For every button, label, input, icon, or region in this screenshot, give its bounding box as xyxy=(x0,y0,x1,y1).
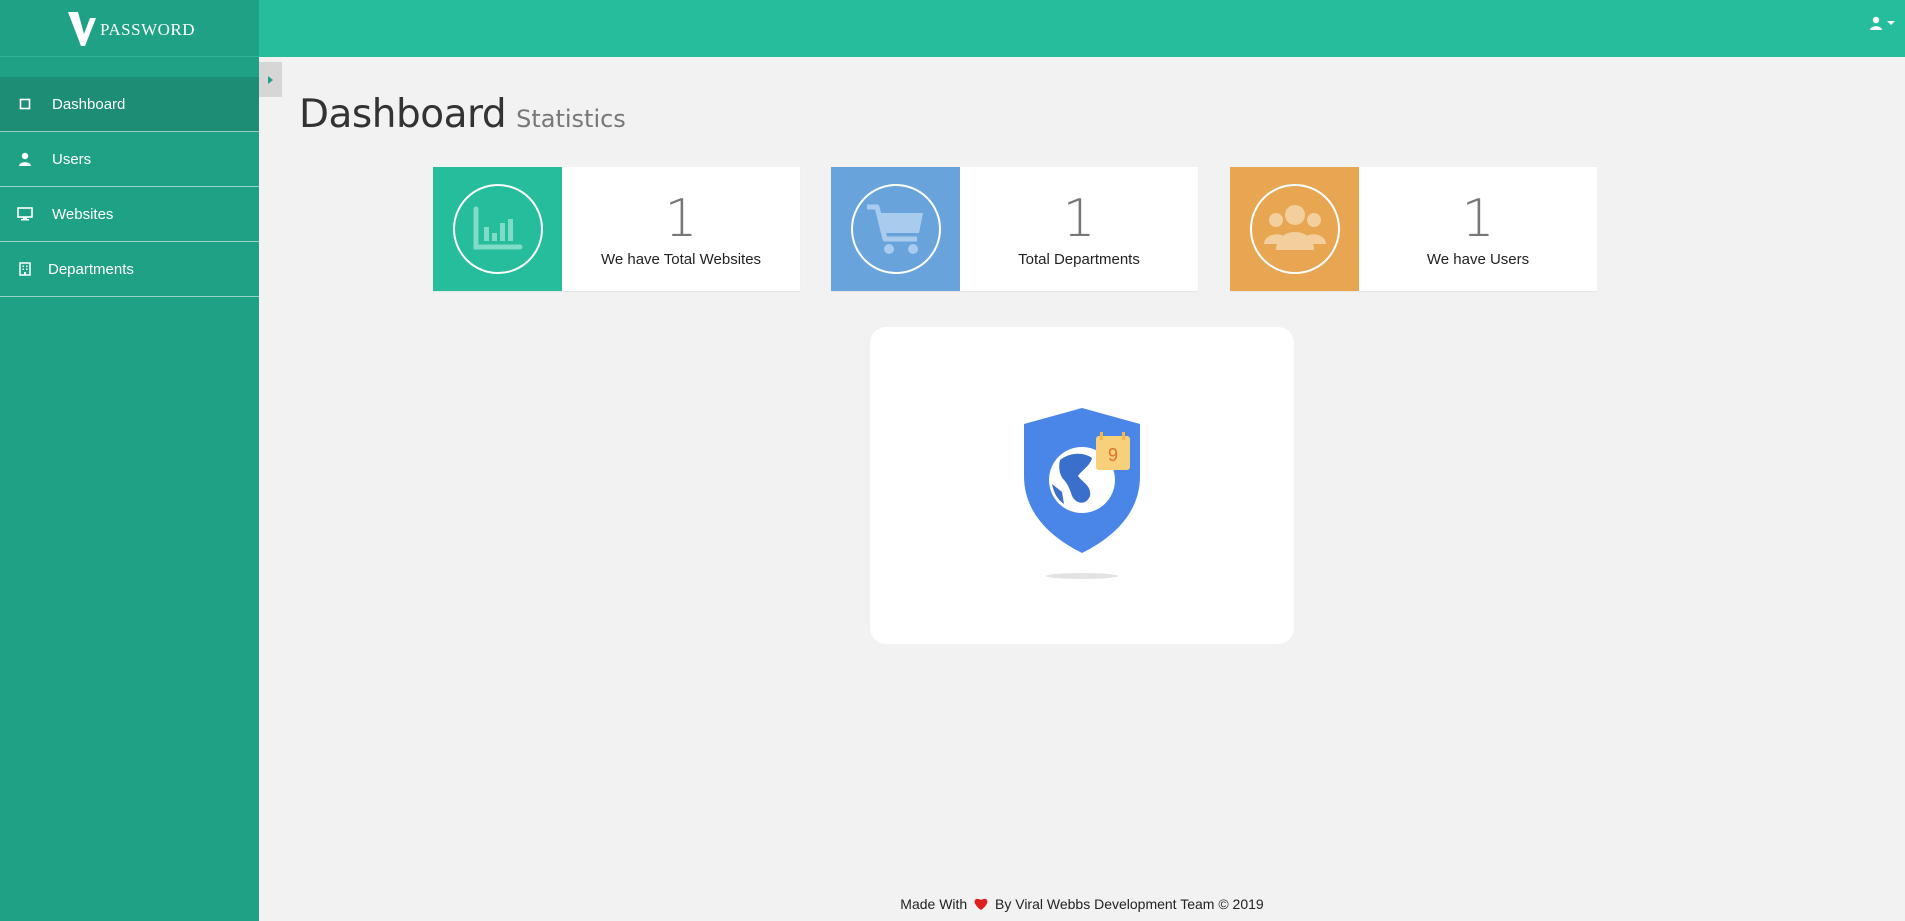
v-logo-icon xyxy=(67,12,96,46)
footer-prefix: Made With xyxy=(900,896,968,912)
sidebar-item-dashboard[interactable]: Dashboard xyxy=(0,77,259,132)
stat-icon-box xyxy=(433,167,562,291)
stat-value: 1 xyxy=(1062,188,1096,249)
heart-icon xyxy=(974,898,988,910)
caret-down-icon xyxy=(1887,21,1895,25)
stat-circle xyxy=(850,184,941,274)
stat-circle xyxy=(452,184,543,274)
sidebar-item-label: Departments xyxy=(48,260,134,278)
stat-label: We have Users xyxy=(1426,250,1530,268)
brand-logo[interactable]: PASSWORD xyxy=(0,0,259,57)
stat-body: 1 We have Total Websites xyxy=(562,167,800,291)
caret-right-icon xyxy=(268,75,273,84)
sidebar-toggle-button[interactable] xyxy=(259,62,282,97)
stat-icon-box xyxy=(1230,167,1359,291)
sidebar-nav: Dashboard Users Websites Departments xyxy=(0,77,259,297)
bar-chart-icon xyxy=(473,206,522,250)
users-icon xyxy=(1263,205,1326,250)
user-icon xyxy=(16,150,34,168)
stat-body: 1 Total Departments xyxy=(960,167,1198,291)
square-icon xyxy=(16,95,34,113)
sidebar-item-users[interactable]: Users xyxy=(0,132,259,187)
desktop-icon xyxy=(16,205,34,223)
page-subheading: Statistics xyxy=(516,105,626,133)
stat-body: 1 We have Users xyxy=(1359,167,1597,291)
brand-name: PASSWORD xyxy=(99,20,196,39)
illustration-badge-text: 9 xyxy=(1108,445,1118,465)
sidebar-item-websites[interactable]: Websites xyxy=(0,187,259,242)
stat-circle xyxy=(1249,184,1340,274)
page-title: Dashboard Statistics xyxy=(299,92,626,137)
stat-card-departments[interactable]: 1 Total Departments xyxy=(831,167,1198,291)
stat-label: Total Departments xyxy=(1018,250,1140,268)
sidebar-item-label: Users xyxy=(52,150,92,168)
stat-label: We have Total Websites xyxy=(600,250,762,268)
user-icon xyxy=(1870,16,1882,30)
building-icon xyxy=(16,260,34,278)
stat-card-users[interactable]: 1 We have Users xyxy=(1230,167,1597,291)
footer-suffix: By Viral Webbs Development Team © 2019 xyxy=(995,896,1264,912)
top-bar xyxy=(259,0,1905,57)
page-heading: Dashboard xyxy=(299,92,507,137)
illustration-card: 9 xyxy=(870,327,1294,644)
footer: Made With By Viral Webbs Development Tea… xyxy=(259,896,1905,912)
stat-value: 1 xyxy=(1461,188,1495,249)
sidebar-item-departments[interactable]: Departments xyxy=(0,242,259,297)
sidebar-item-label: Websites xyxy=(52,205,114,223)
stat-value: 1 xyxy=(664,188,698,249)
shield-globe-illustration: 9 xyxy=(1024,407,1140,579)
sidebar: PASSWORD Dashboard Users Websites Depart… xyxy=(0,0,259,921)
stat-icon-box xyxy=(831,167,960,291)
sidebar-item-label: Dashboard xyxy=(52,95,126,113)
cart-icon xyxy=(866,204,923,254)
user-menu-button[interactable] xyxy=(1869,16,1895,30)
stat-card-websites[interactable]: 1 We have Total Websites xyxy=(433,167,800,291)
